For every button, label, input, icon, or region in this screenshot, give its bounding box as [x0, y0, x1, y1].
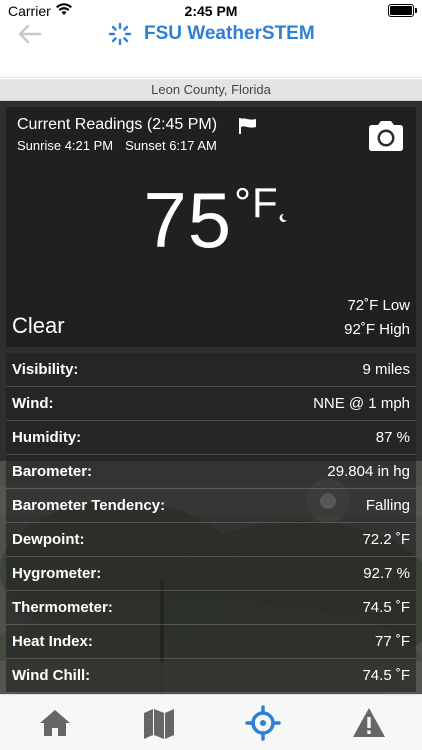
app-title: FSU WeatherSTEM	[144, 23, 315, 44]
camera-icon[interactable]	[366, 119, 406, 153]
reading-row-thermometer: Thermometer: 74.5 ˚F	[6, 591, 416, 625]
condition-label: Clear	[12, 313, 65, 338]
warning-icon[interactable]	[351, 705, 387, 741]
map-icon[interactable]	[141, 705, 177, 741]
reading-label: Wind:	[12, 395, 54, 412]
battery-icon	[388, 4, 417, 17]
home-icon[interactable]	[37, 705, 73, 741]
current-temperature: 75°F	[6, 175, 416, 266]
moon-icon	[279, 213, 287, 222]
reading-row-wind-chill: Wind Chill: 74.5 ˚F	[6, 659, 416, 693]
reading-value: 92.7 %	[363, 565, 410, 582]
high-temp: 92˚F High	[344, 321, 410, 338]
location-label: Leon County, Florida	[0, 79, 422, 101]
sunset-label: Sunset 6:17 AM	[125, 138, 217, 153]
current-readings-card: Current Readings (2:45 PM) Sunrise 4:21 …	[6, 107, 416, 347]
reading-value: 9 miles	[362, 361, 410, 378]
reading-row-visibility: Visibility: 9 miles	[6, 353, 416, 387]
reading-row-dewpoint: Dewpoint: 72.2 ˚F	[6, 523, 416, 557]
reading-label: Heat Index:	[12, 633, 93, 650]
back-arrow-icon[interactable]	[14, 22, 46, 46]
flag-icon[interactable]	[238, 117, 258, 135]
reading-row-heat-index: Heat Index: 77 ˚F	[6, 625, 416, 659]
reading-row-humidity: Humidity: 87 %	[6, 421, 416, 455]
status-time: 2:45 PM	[184, 3, 238, 19]
reading-row-wind: Wind: NNE @ 1 mph	[6, 387, 416, 421]
crosshair-icon[interactable]	[245, 705, 281, 741]
current-readings-heading: Current Readings (2:45 PM)	[17, 116, 218, 133]
reading-label: Barometer:	[12, 463, 93, 480]
readings-list: Visibility: 9 miles Wind: NNE @ 1 mph Hu…	[6, 353, 416, 693]
reading-label: Wind Chill:	[12, 667, 91, 684]
tab-bar	[0, 694, 422, 750]
reading-label: Humidity:	[12, 429, 82, 446]
reading-label: Thermometer:	[12, 599, 113, 616]
reading-value: 72.2 ˚F	[362, 531, 410, 548]
reading-value: 29.804 in hg	[327, 463, 410, 480]
reading-value: 74.5 ˚F	[362, 667, 410, 684]
reading-row-barometer-tendency: Barometer Tendency: Falling	[6, 489, 416, 523]
weatherstem-logo-icon	[108, 22, 132, 46]
reading-label: Hygrometer:	[12, 565, 102, 582]
reading-row-barometer: Barometer: 29.804 in hg	[6, 455, 416, 489]
sunrise-label: Sunrise 4:21 PM	[17, 138, 114, 153]
nav-bar: FSU WeatherSTEM	[0, 22, 422, 78]
reading-value: NNE @ 1 mph	[313, 395, 410, 412]
reading-label: Dewpoint:	[12, 531, 85, 548]
temperature-value: 75	[143, 176, 233, 264]
reading-value: 87 %	[375, 429, 410, 446]
status-bar: Carrier 2:45 PM	[0, 0, 422, 22]
reading-value: Falling	[365, 497, 410, 514]
weather-panel: Current Readings (2:45 PM) Sunrise 4:21 …	[0, 101, 422, 694]
reading-label: Visibility:	[12, 361, 79, 378]
reading-row-hygrometer: Hygrometer: 92.7 %	[6, 557, 416, 591]
temperature-unit: °F	[234, 179, 279, 226]
low-temp: 72˚F Low	[347, 297, 410, 314]
reading-value: 74.5 ˚F	[362, 599, 410, 616]
reading-label: Barometer Tendency:	[12, 497, 166, 514]
sun-times: Sunrise 4:21 PM Sunset 6:17 AM	[17, 138, 217, 153]
reading-value: 77 ˚F	[374, 633, 410, 650]
